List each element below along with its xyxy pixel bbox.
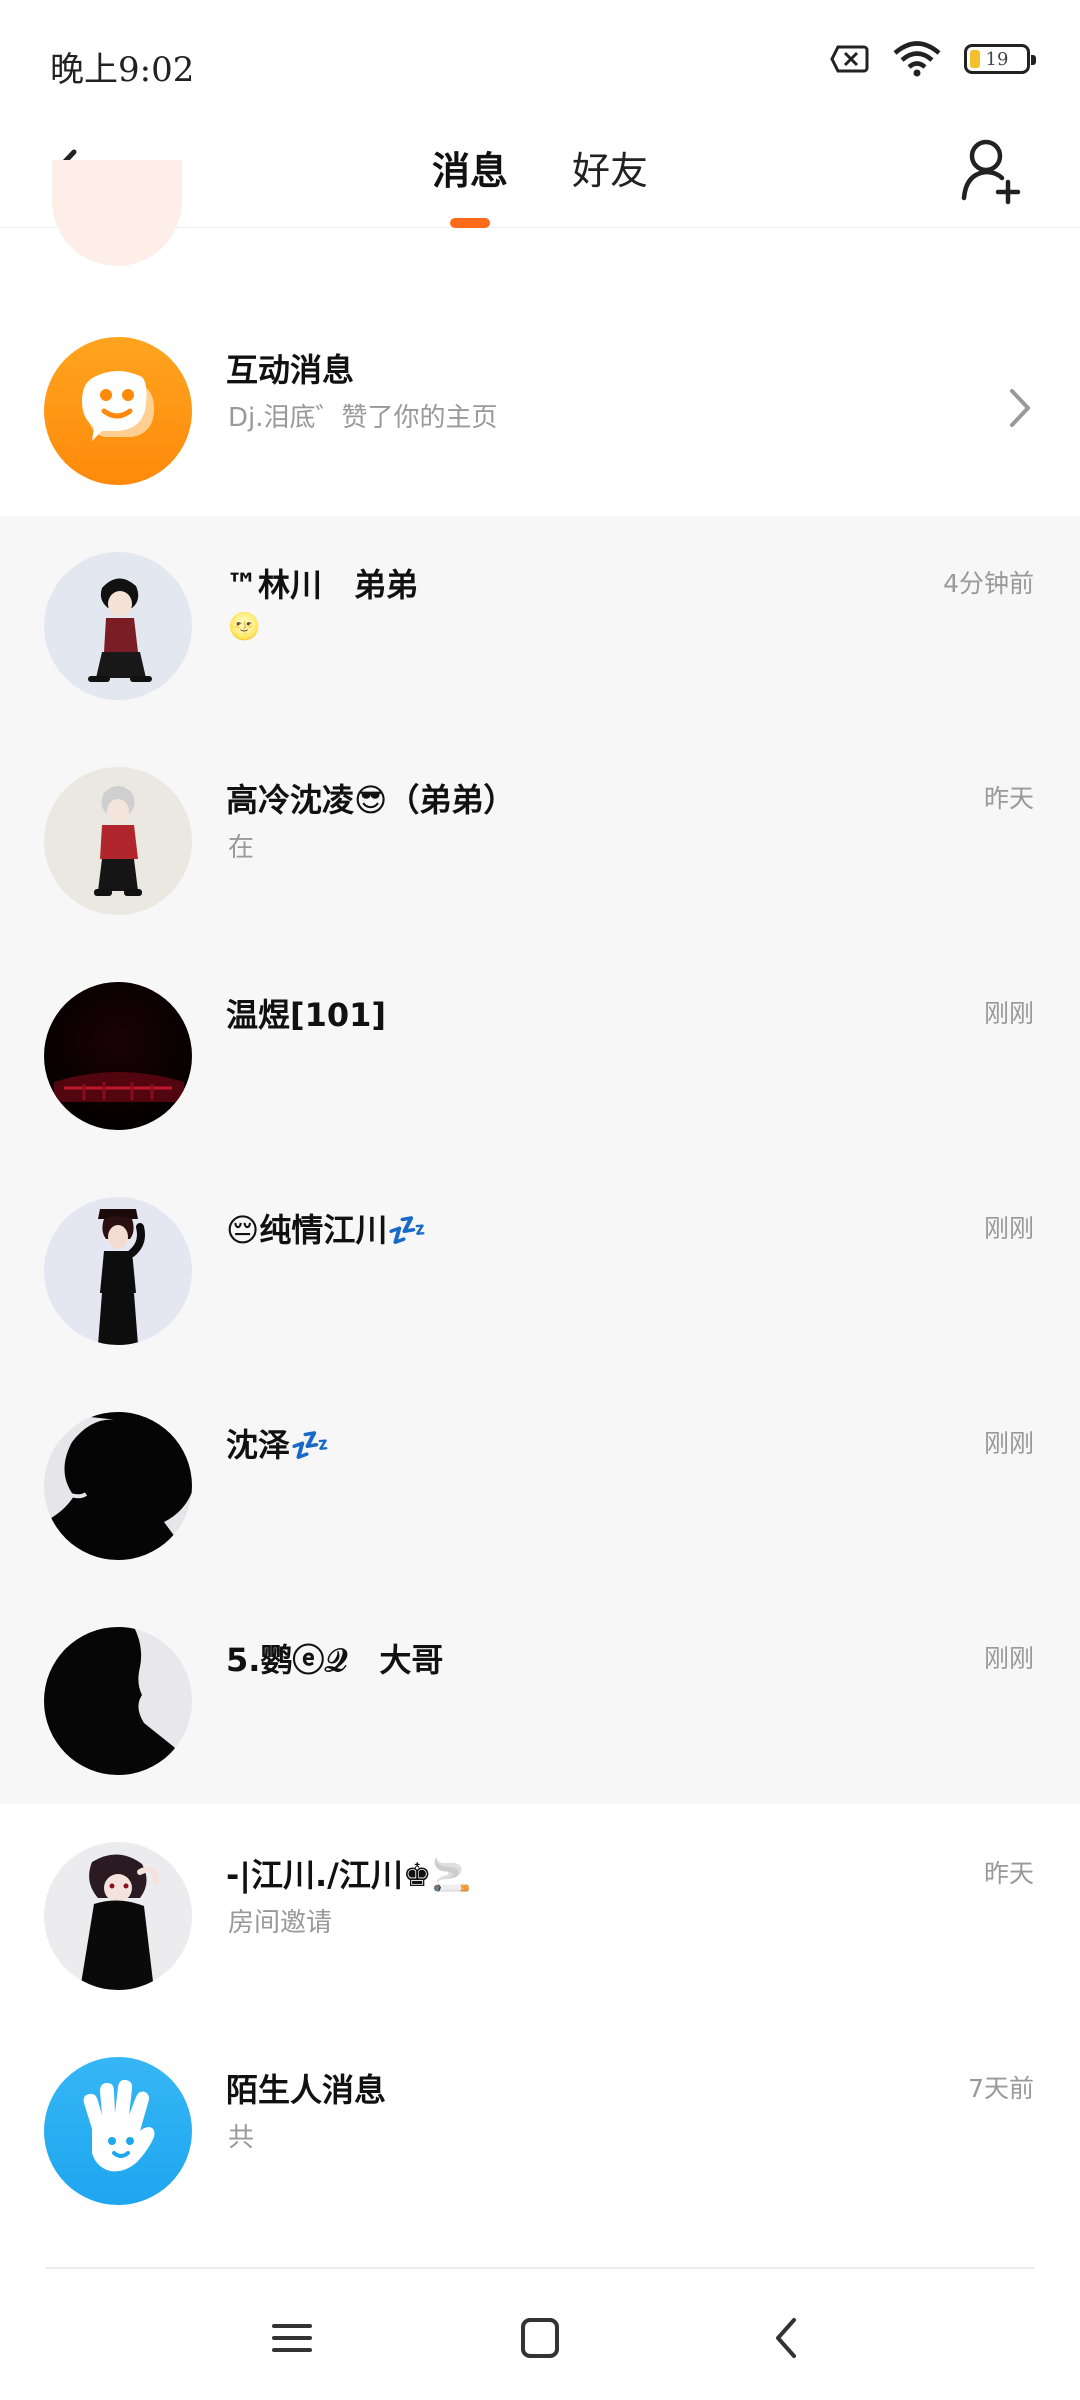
conversation-row[interactable]: -|江川./江川♚🚬 房间邀请 昨天 <box>0 1804 1080 2019</box>
avatar <box>44 1627 192 1775</box>
system-nav-bar <box>0 2270 1080 2400</box>
menu-icon[interactable] <box>262 2310 322 2366</box>
system-back-icon[interactable] <box>758 2310 818 2366</box>
battery-fill <box>970 50 980 68</box>
conversation-name: 沈泽💤 <box>226 1426 330 1464</box>
conversation-time: 昨天 <box>983 1859 1034 1888</box>
chevron-right-icon <box>1010 389 1030 427</box>
conversation-name: ™林川 弟弟 <box>226 566 419 604</box>
status-bar: 晚上9:02 19 <box>0 0 1080 120</box>
battery-icon: 19 <box>964 44 1036 74</box>
conversation-name: 5.鹦ⓔ𝒬 大哥 <box>226 1641 444 1679</box>
avatar <box>44 767 192 915</box>
status-icons: 19 <box>830 40 1036 78</box>
stranger-preview: 共 <box>228 2123 255 2153</box>
conversation-preview: 在 <box>228 833 255 863</box>
avatar <box>44 552 192 700</box>
waving-hand-icon <box>44 2057 192 2205</box>
avatar <box>44 1842 192 1990</box>
conversation-time: 刚刚 <box>983 1214 1034 1243</box>
conversation-row[interactable]: 5.鹦ⓔ𝒬 大哥 刚刚 <box>0 1589 1080 1804</box>
conversation-preview: 🌝 <box>228 612 261 642</box>
conversation-row[interactable]: 高冷沈凌😎（弟弟） 在 昨天 <box>0 729 1080 944</box>
avatar <box>44 1197 192 1345</box>
conversation-name: 高冷沈凌😎（弟弟） <box>226 781 516 819</box>
conversation-time: 4分钟前 <box>943 569 1034 598</box>
avatar <box>44 1412 192 1560</box>
interactive-preview: Dj.泪底゛赞了你的主页 <box>228 403 498 433</box>
add-friend-icon[interactable] <box>956 130 1026 210</box>
stranger-time: 7天前 <box>968 2074 1034 2103</box>
conversation-preview: 房间邀请 <box>228 1908 333 1938</box>
conversation-row[interactable]: 沈泽💤 刚刚 <box>0 1374 1080 1589</box>
home-icon[interactable] <box>510 2310 570 2366</box>
conversation-time: 昨天 <box>983 784 1034 813</box>
conversation-time: 刚刚 <box>983 999 1034 1028</box>
partial-avatar <box>52 160 182 266</box>
tab-friends[interactable]: 好友 <box>572 140 648 195</box>
stranger-messages-row[interactable]: 陌生人消息 共 7天前 <box>0 2019 1080 2234</box>
status-time: 晚上9:02 <box>50 50 195 90</box>
conversation-row[interactable]: 温煜[101] 刚刚 <box>0 944 1080 1159</box>
battery-level: 19 <box>985 48 1009 70</box>
stranger-title: 陌生人消息 <box>226 2071 387 2109</box>
conversation-name: 😔纯情江川💤 <box>226 1211 428 1249</box>
tab-messages[interactable]: 消息 <box>432 140 508 195</box>
conversation-name: -|江川./江川♚🚬 <box>226 1856 472 1894</box>
interactive-title: 互动消息 <box>226 351 355 389</box>
conversation-row[interactable]: 😔纯情江川💤 刚刚 <box>0 1159 1080 1374</box>
conversation-time: 刚刚 <box>983 1429 1034 1458</box>
wifi-icon <box>893 41 941 77</box>
interactive-messages-row[interactable]: 互动消息 Dj.泪底゛赞了你的主页 <box>0 299 1080 514</box>
no-sim-icon <box>830 45 869 73</box>
conversation-row[interactable]: ™林川 弟弟 🌝 4分钟前 <box>0 514 1080 729</box>
divider <box>46 2267 1034 2269</box>
avatar <box>44 982 192 1130</box>
conversation-time: 刚刚 <box>983 1644 1034 1673</box>
chat-bubble-face-icon <box>44 337 192 485</box>
active-tab-indicator <box>450 218 490 228</box>
conversation-name: 温煜[101] <box>226 996 387 1034</box>
